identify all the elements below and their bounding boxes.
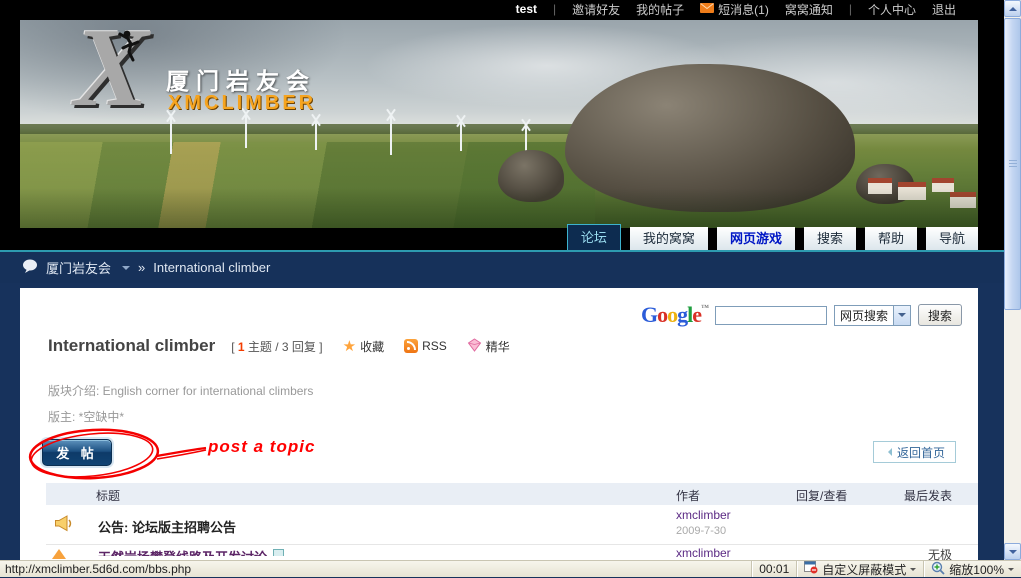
attachment-icon xyxy=(273,549,284,556)
tab-web-games[interactable]: 网页游戏 xyxy=(717,227,795,250)
row-divider xyxy=(46,544,978,545)
tab-navigation[interactable]: 导航 xyxy=(926,227,978,250)
scrollbar-thumb[interactable] xyxy=(1004,18,1021,310)
forum-title: International climber xyxy=(48,336,215,356)
arrow-left-icon xyxy=(884,448,892,456)
logo-chinese-name: 厦门岩友会 xyxy=(166,62,316,96)
site-logo: X 厦门岩友会 XMCLIMBER xyxy=(44,26,364,146)
topbar-link-messages[interactable]: 短消息(1) xyxy=(718,1,769,18)
table-header-replies: 回复/查看 xyxy=(796,487,847,504)
pin-icon xyxy=(52,542,66,559)
search-input[interactable] xyxy=(715,306,827,325)
topbar-link-notices[interactable]: 窝窝通知 xyxy=(785,1,833,18)
gem-icon xyxy=(467,338,482,355)
site-header: X 厦门岩友会 XMCLIMBER 论坛 我的窝窝 网页游戏 搜索 帮助 导航 xyxy=(0,18,1004,250)
arrow-up-icon xyxy=(1009,3,1017,11)
main-nav-tabs: 论坛 我的窝窝 网页游戏 搜索 帮助 导航 xyxy=(567,224,978,250)
topic-title[interactable]: 天然岩场攀登线路及开发讨论 xyxy=(98,547,284,556)
tab-my-space[interactable]: 我的窝窝 xyxy=(630,227,708,250)
breadcrumb: 厦门岩友会 » International climber xyxy=(0,252,1004,283)
arrow-down-icon xyxy=(1009,550,1017,558)
favorite-link[interactable]: ★ 收藏 xyxy=(343,338,384,355)
table-header-row: 标题 作者 回复/查看 最后发表 xyxy=(46,483,978,505)
topbar-link-invite[interactable]: 邀请好友 xyxy=(572,1,620,18)
table-header-author: 作者 xyxy=(676,487,700,504)
table-header-lastpost: 最后发表 xyxy=(904,487,952,504)
status-timer: 00:01 xyxy=(751,561,796,577)
zoom-label: 缩放100% xyxy=(949,561,1004,578)
table-header-title: 标题 xyxy=(96,487,120,504)
chevron-down-icon[interactable] xyxy=(893,306,910,325)
breadcrumb-root[interactable]: 厦门岩友会 xyxy=(46,258,111,277)
rss-icon xyxy=(404,339,418,353)
google-search-bar: Google™ 网页搜索 搜索 xyxy=(641,304,962,326)
forum-panel: Google™ 网页搜索 搜索 International climber [ … xyxy=(20,288,978,560)
mode-label: 自定义屏蔽模式 xyxy=(822,561,906,578)
tab-search[interactable]: 搜索 xyxy=(804,227,856,250)
back-home-button[interactable]: 返回首页 xyxy=(873,441,956,463)
moderator-info: 版主: *空缺中* xyxy=(48,408,124,425)
breadcrumb-separator: » xyxy=(138,260,145,275)
username: test xyxy=(516,2,537,16)
chevron-down-icon xyxy=(910,568,916,574)
annotation-arrow xyxy=(156,444,208,463)
announcement-row: 公告: 论坛版主招聘公告 xmclimber 2009-7-30 xyxy=(46,505,978,545)
topbar-link-my-posts[interactable]: 我的帖子 xyxy=(636,1,684,18)
banner-photo: X 厦门岩友会 XMCLIMBER xyxy=(20,20,978,228)
forum-description: 版块介绍: English corner for international c… xyxy=(48,382,313,399)
magnifier-icon xyxy=(931,561,945,578)
announcement-title[interactable]: 公告: 论坛版主招聘公告 xyxy=(98,517,236,536)
breadcrumb-current: International climber xyxy=(153,260,270,275)
status-url: http://xmclimber.5d6d.com/bbs.php xyxy=(0,562,751,576)
ad-block-mode-control[interactable]: 自定义屏蔽模式 xyxy=(796,561,923,577)
chevron-down-icon[interactable] xyxy=(122,266,130,274)
climber-icon xyxy=(118,30,144,67)
search-type-select[interactable]: 网页搜索 xyxy=(834,305,911,326)
blocker-icon xyxy=(804,561,818,577)
wind-turbine xyxy=(390,115,392,155)
tab-forum[interactable]: 论坛 xyxy=(567,224,621,250)
banner-art xyxy=(20,188,978,228)
topbar-link-profile[interactable]: 个人中心 xyxy=(868,1,916,18)
vertical-scrollbar[interactable] xyxy=(1004,0,1021,560)
annotation-text: post a topic xyxy=(208,437,315,457)
scrollbar-down-button[interactable] xyxy=(1004,543,1021,560)
search-button[interactable]: 搜索 xyxy=(918,304,962,326)
topic-row: 天然岩场攀登线路及开发讨论 xmclimber 无极 xyxy=(46,546,978,560)
forum-stats: [ 1 主题 / 3 回复 ] xyxy=(231,338,322,355)
topbar-link-logout[interactable]: 退出 xyxy=(932,1,956,18)
author-link[interactable]: xmclimber xyxy=(676,508,731,522)
star-icon: ★ xyxy=(343,339,356,354)
megaphone-icon xyxy=(54,515,73,535)
top-user-bar: test | 邀请好友 我的帖子 短消息(1) 窝窝通知 | 个人中心 退出 xyxy=(0,0,1004,18)
wind-turbine xyxy=(525,125,527,151)
post-date: 2009-7-30 xyxy=(676,525,726,537)
post-topic-button[interactable]: 发 帖 xyxy=(42,439,112,466)
divider: | xyxy=(553,2,556,16)
scrollbar-up-button[interactable] xyxy=(1004,0,1021,17)
rss-link[interactable]: RSS xyxy=(404,339,447,353)
google-logo: Google™ xyxy=(641,304,708,326)
tab-help[interactable]: 帮助 xyxy=(865,227,917,250)
topic-count: 1 xyxy=(238,340,245,354)
speech-bubble-icon xyxy=(22,259,38,276)
forum-title-row: International climber [ 1 主题 / 3 回复 ] ★ … xyxy=(48,336,510,356)
digest-link[interactable]: 精华 xyxy=(467,338,510,355)
divider: | xyxy=(849,2,852,16)
chevron-down-icon xyxy=(1008,568,1014,574)
logo-english-name: XMCLIMBER xyxy=(168,92,316,115)
wind-turbine xyxy=(460,121,462,151)
author-link[interactable]: xmclimber xyxy=(676,546,731,560)
browser-status-bar: http://xmclimber.5d6d.com/bbs.php 00:01 … xyxy=(0,560,1021,577)
zoom-control[interactable]: 缩放100% xyxy=(923,561,1021,577)
envelope-icon xyxy=(700,2,714,16)
last-poster-link[interactable]: 无极 xyxy=(928,546,952,560)
